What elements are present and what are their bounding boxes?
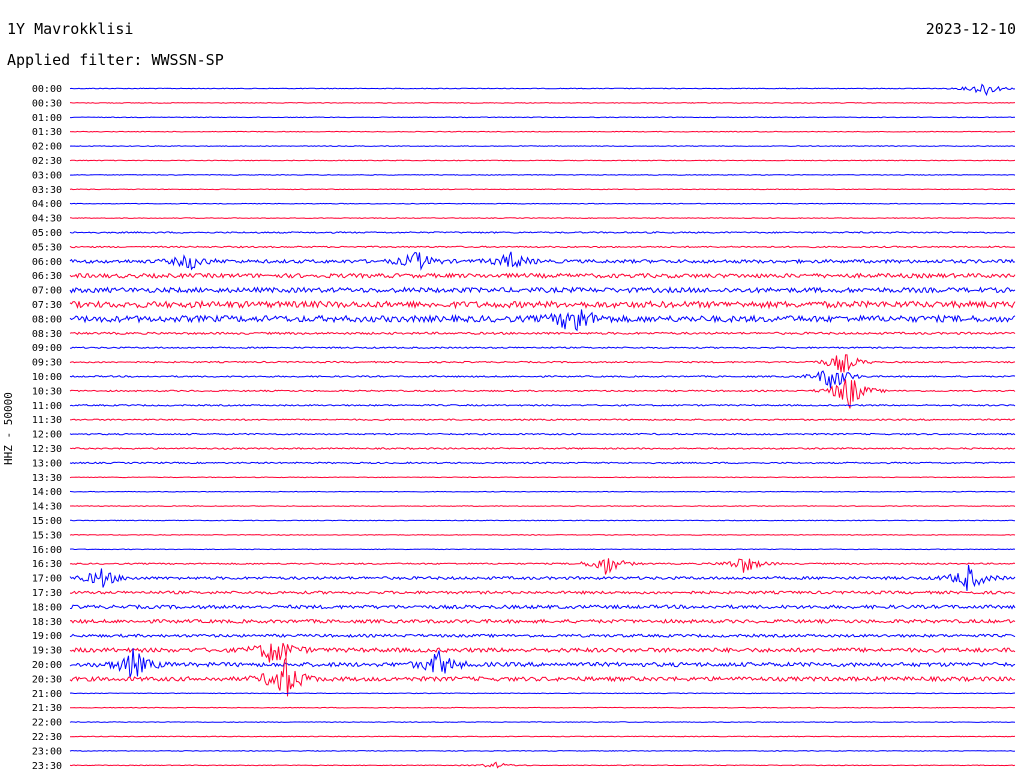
- trace-line: [69, 286, 1016, 294]
- trace-line: [69, 370, 1016, 389]
- time-tick-label: 09:00: [32, 343, 62, 354]
- trace-line: [69, 379, 1016, 409]
- time-tick-label: 05:30: [32, 242, 62, 253]
- trace-line: [69, 418, 1015, 422]
- time-tick-label: 10:00: [32, 372, 62, 383]
- time-tick-label: 21:30: [32, 703, 62, 714]
- trace-line: [69, 245, 1016, 249]
- time-tick-label: 16:00: [32, 545, 62, 556]
- trace-line: [69, 618, 1016, 625]
- time-tick-label: 20:00: [32, 660, 62, 671]
- trace-line: [69, 188, 1016, 191]
- time-tick-label: 23:30: [32, 761, 62, 772]
- trace-line: [69, 590, 1016, 595]
- trace-line: [69, 558, 1016, 575]
- trace-line: [69, 309, 1016, 332]
- time-tick-label: 02:30: [32, 156, 62, 167]
- trace-line: [69, 692, 1016, 695]
- trace-line: [69, 648, 1016, 678]
- trace-line: [69, 642, 1016, 663]
- time-tick-label: 06:30: [32, 271, 62, 282]
- time-tick-label: 07:30: [32, 300, 62, 311]
- time-tick-label: 02:00: [32, 142, 62, 153]
- time-tick-label: 00:00: [32, 84, 62, 95]
- trace-line: [69, 251, 1016, 271]
- trace-line: [70, 116, 1015, 119]
- time-tick-label: 16:30: [32, 559, 62, 570]
- time-tick-label: 17:30: [32, 588, 62, 599]
- trace-line: [69, 202, 1016, 205]
- trace-line: [69, 403, 1016, 407]
- trace-line: [69, 272, 1016, 279]
- time-tick-label: 18:30: [32, 617, 62, 628]
- trace-line: [69, 534, 1016, 536]
- trace-line: [69, 299, 1016, 310]
- trace-line: [69, 159, 1016, 162]
- time-tick-label: 01:30: [32, 127, 62, 138]
- time-tick-label: 12:00: [32, 430, 62, 441]
- trace-line: [69, 447, 1016, 450]
- trace-line: [69, 331, 1016, 336]
- time-tick-label: 19:30: [32, 646, 62, 657]
- time-tick-label: 15:30: [32, 530, 62, 541]
- trace-line: [70, 505, 1016, 507]
- time-tick-label: 07:00: [32, 286, 62, 297]
- trace-line: [69, 432, 1016, 436]
- time-tick-label: 04:30: [32, 214, 62, 225]
- time-tick-label: 04:00: [32, 199, 62, 210]
- trace-line: [69, 548, 1016, 551]
- trace-line: [69, 564, 1016, 591]
- time-tick-label: 11:00: [32, 401, 62, 412]
- trace-line: [70, 519, 1016, 522]
- trace-line: [69, 174, 1016, 176]
- time-tick-label: 15:00: [32, 516, 62, 527]
- trace-line: [69, 130, 1016, 133]
- time-tick-label: 06:00: [32, 257, 62, 268]
- trace-line: [69, 145, 1015, 147]
- time-tick-label: 21:00: [32, 689, 62, 700]
- time-tick-label: 08:00: [32, 314, 62, 325]
- trace-line: [69, 706, 1016, 709]
- time-tick-label: 18:00: [32, 602, 62, 613]
- trace-line: [69, 750, 1016, 752]
- trace-line: [69, 461, 1016, 465]
- trace-group: [69, 83, 1016, 769]
- time-tick-label: 20:30: [32, 674, 62, 685]
- time-tick-label: 14:30: [32, 502, 62, 513]
- time-tick-label: 05:00: [32, 228, 62, 239]
- helicorder-plot: 00:00 00:30 01:00 01:30 02:00 02:30 03:00 03:30…: [32, 83, 1016, 772]
- time-tick-label: 19:00: [32, 631, 62, 642]
- trace-line: [69, 633, 1016, 639]
- trace-line: [69, 354, 1016, 373]
- time-tick-label: 14:00: [32, 487, 62, 498]
- time-tick-label: 10:30: [32, 386, 62, 397]
- time-tick-label: 12:30: [32, 444, 62, 455]
- trace-line: [69, 231, 1016, 234]
- trace-line: [69, 476, 1015, 479]
- trace-line: [70, 735, 1016, 738]
- trace-line: [69, 721, 1016, 723]
- time-tick-label: 03:00: [32, 170, 62, 181]
- trace-line: [69, 102, 1016, 104]
- time-tick-label: 01:00: [32, 113, 62, 124]
- time-tick-label: 13:30: [32, 473, 62, 484]
- trace-line: [69, 761, 1016, 769]
- time-tick-label: 17:00: [32, 574, 62, 585]
- time-tick-label: 22:00: [32, 718, 62, 729]
- time-tick-label: 22:30: [32, 732, 62, 743]
- time-tick-label: 08:30: [32, 329, 62, 340]
- time-tick-label: 09:30: [32, 358, 62, 369]
- time-tick-label: 03:30: [32, 185, 62, 196]
- trace-line: [69, 83, 1016, 97]
- trace-line: [69, 604, 1016, 610]
- trace-line: [69, 346, 1016, 350]
- time-tick-label: 13:00: [32, 458, 62, 469]
- trace-line: [69, 217, 1016, 219]
- time-tick-label: 11:30: [32, 415, 62, 426]
- time-tick-label: 23:00: [32, 746, 62, 757]
- time-tick-label: 00:30: [32, 98, 62, 109]
- trace-line: [69, 490, 1016, 493]
- tick-label-group: 00:00 00:30 01:00 01:30 02:00 02:30 03:00 03:30…: [32, 84, 62, 772]
